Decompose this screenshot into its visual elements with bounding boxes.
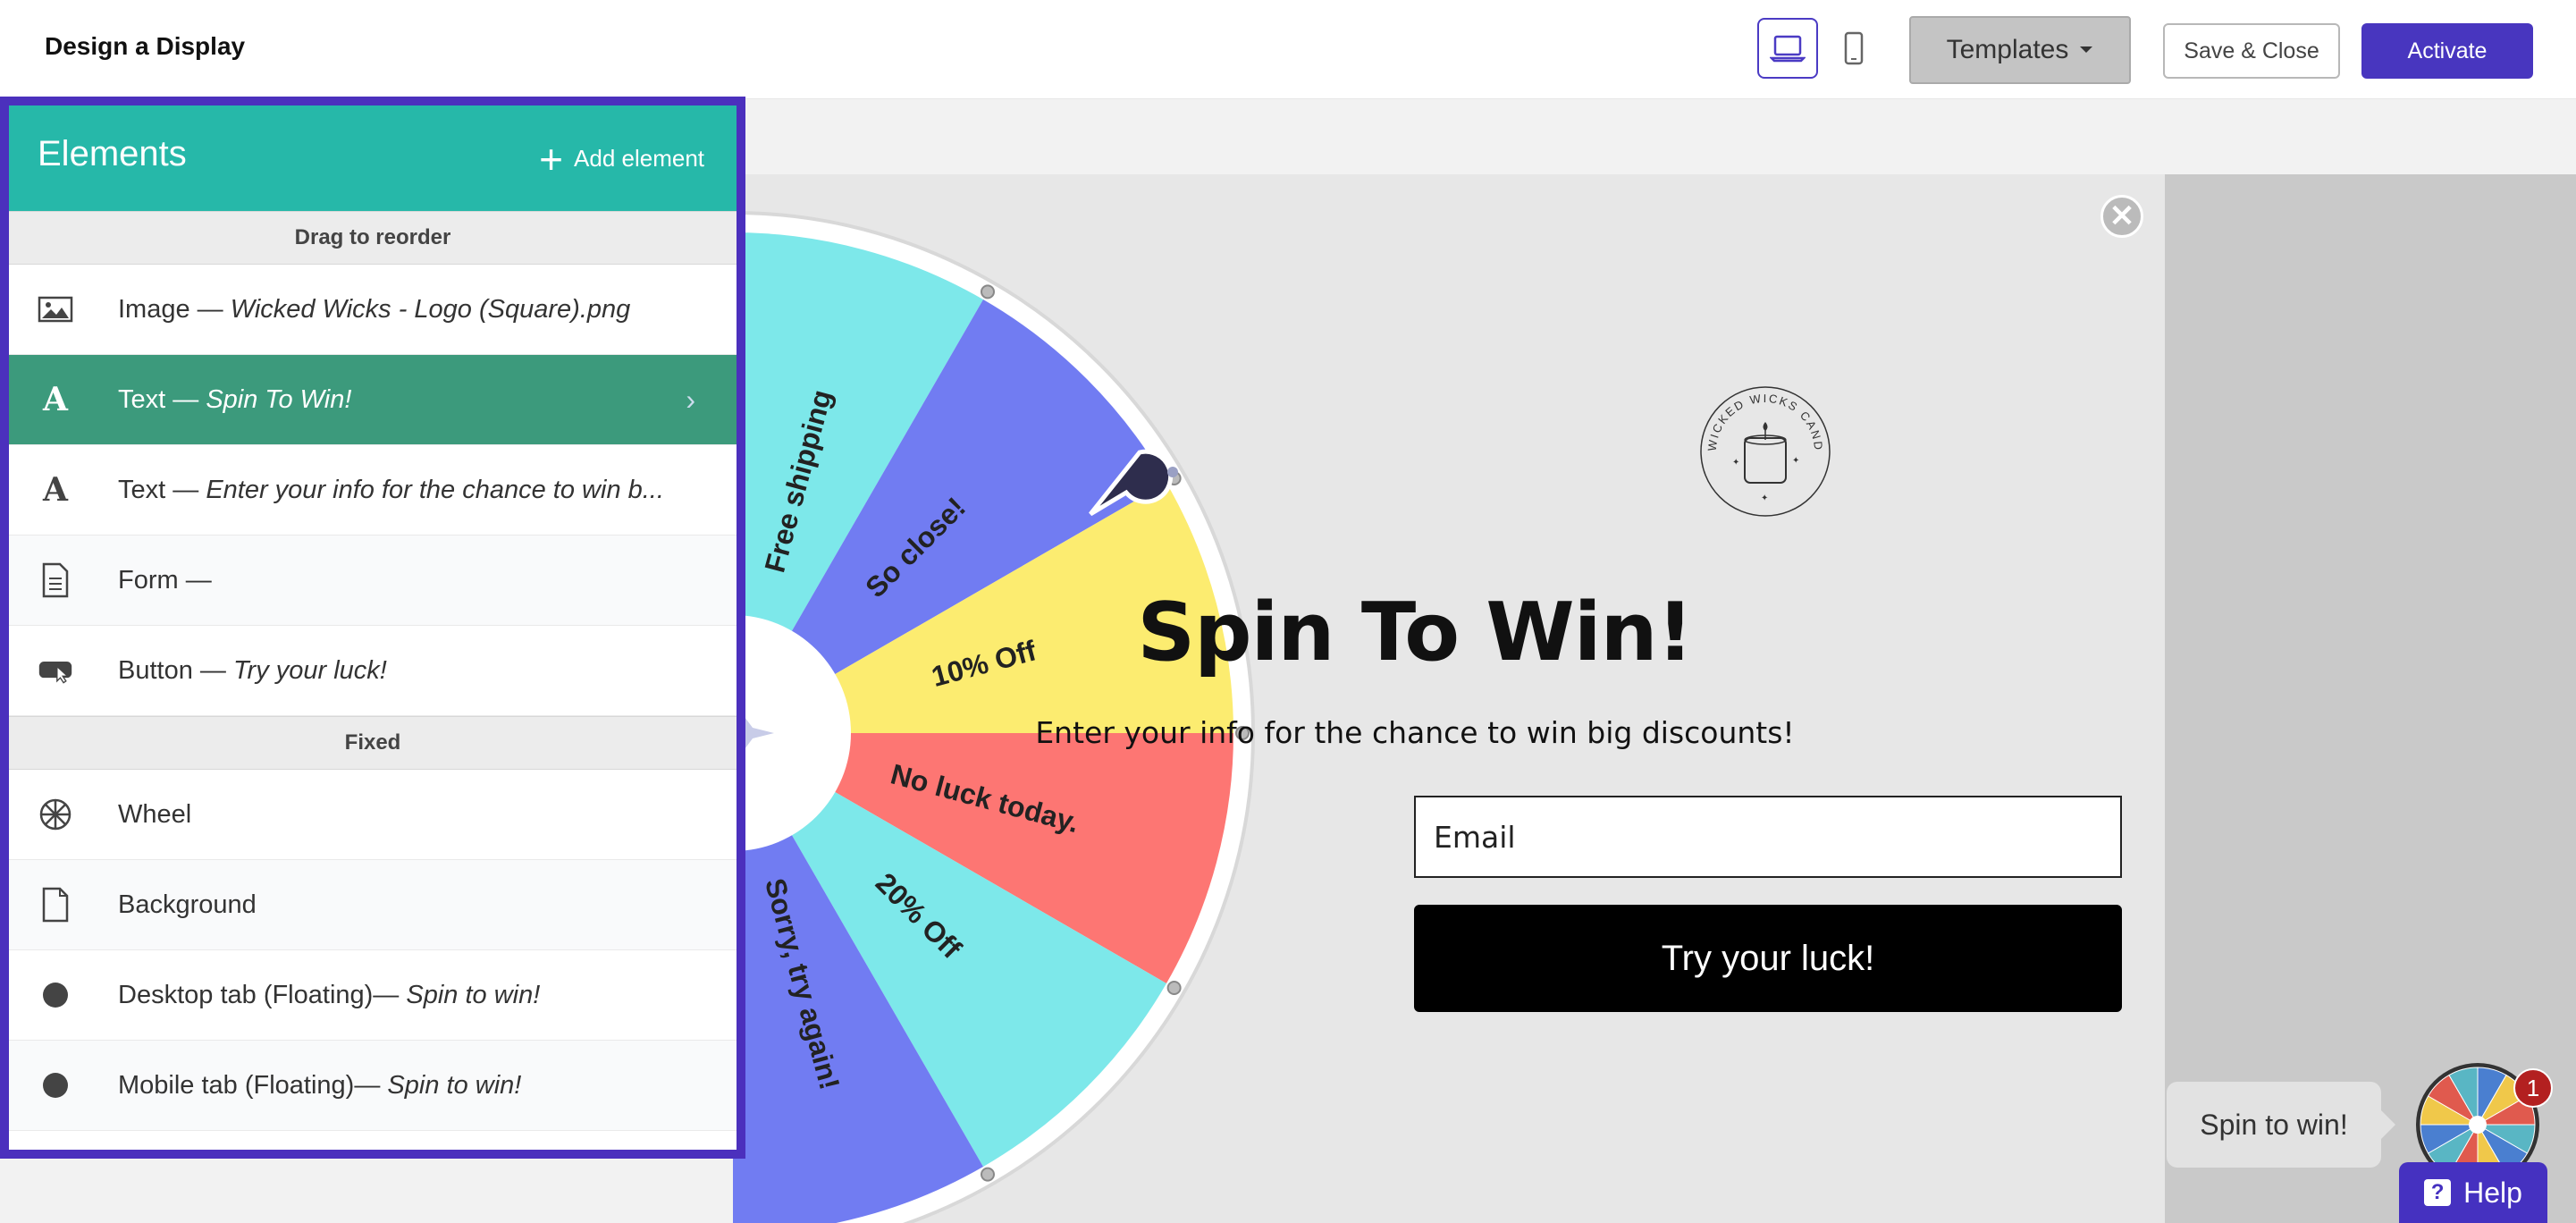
elements-panel: Elements + Add element Drag to reorder I… <box>0 97 745 1159</box>
element-row-form[interactable]: Form — <box>9 536 737 626</box>
help-label: Help <box>2463 1176 2522 1209</box>
templates-label: Templates <box>1946 35 2069 64</box>
element-row-label: Button — Try your luck! <box>118 656 387 686</box>
candle-logo-icon: WICKED WICKS CANDLE CO. ✦ ✦ ✦ <box>1684 365 1831 517</box>
wheel-pointer-dot <box>1167 467 1178 477</box>
element-row-label: Desktop tab (Floating)— Spin to win! <box>118 981 540 1010</box>
floating-spin-tab[interactable]: Spin to win! <box>2167 1082 2395 1168</box>
svg-text:✦: ✦ <box>1732 458 1739 468</box>
page-title: Design a Display <box>45 32 246 60</box>
element-row-label: Wheel <box>118 800 191 830</box>
reorder-list: Image — Wicked Wicks - Logo (Square).png… <box>9 265 737 716</box>
image-icon <box>38 291 73 327</box>
help-button[interactable]: ? Help <box>2399 1162 2547 1223</box>
popup-close-button[interactable]: ✕ <box>2100 195 2143 238</box>
activate-button[interactable]: Activate <box>2361 23 2533 79</box>
element-row-text-spin-to-win[interactable]: A Text — Spin To Win! › <box>9 355 737 445</box>
element-detail: Enter your info for the chance to win b.… <box>206 475 664 504</box>
question-icon: ? <box>2424 1179 2452 1206</box>
element-row-button-try-your-luck[interactable]: Button — Try your luck! <box>9 626 737 716</box>
element-row-label: Background <box>118 890 257 920</box>
panel-header: Elements + Add element <box>9 105 737 211</box>
element-detail: Spin to win! <box>387 1070 522 1100</box>
element-row-label: Image — Wicked Wicks - Logo (Square).png <box>118 295 630 325</box>
save-close-button[interactable]: Save & Close <box>2163 23 2340 79</box>
element-row-image-wicked-wicks-logo-square-png[interactable]: Image — Wicked Wicks - Logo (Square).png <box>9 265 737 355</box>
element-type: Background <box>118 890 257 919</box>
wheel-peg <box>981 1167 995 1182</box>
element-type: Form — <box>118 565 212 595</box>
laptop-icon <box>1770 35 1806 63</box>
section-fixed: Fixed <box>9 716 737 770</box>
templates-dropdown-button[interactable]: Templates <box>1909 16 2131 84</box>
element-type: Text — <box>118 475 206 504</box>
element-detail: Spin to win! <box>406 980 541 1009</box>
element-type: Mobile tab (Floating)— <box>118 1070 388 1100</box>
element-type: Wheel <box>118 799 192 829</box>
panel-title: Elements <box>38 134 187 173</box>
text-icon: A <box>43 381 68 418</box>
element-detail: Try your luck! <box>232 655 387 685</box>
form-icon <box>38 562 73 598</box>
element-row-label: Mobile tab (Floating)— Spin to win! <box>118 1071 521 1101</box>
add-element-button[interactable]: + Add element <box>539 135 704 182</box>
element-type: Image — <box>118 294 231 324</box>
prize-wheel[interactable]: Free shipping So close!10% OffNo luck tod… <box>733 174 1359 1223</box>
add-element-label: Add element <box>574 145 704 172</box>
brand-logo[interactable]: WICKED WICKS CANDLE CO. ✦ ✦ ✦ <box>1684 365 1841 527</box>
element-row-background[interactable]: Background <box>9 860 737 950</box>
element-detail: Wicked Wicks - Logo (Square).png <box>230 294 631 324</box>
plus-icon: + <box>539 135 564 182</box>
svg-text:✦: ✦ <box>1761 493 1768 503</box>
element-row-mobile-tab-floating-spin-to-win[interactable]: Mobile tab (Floating)— Spin to win! <box>9 1041 737 1131</box>
popup-subtext[interactable]: Enter your info for the chance to win bi… <box>1013 715 1817 750</box>
element-detail: Spin To Win! <box>206 384 352 414</box>
dot-icon <box>38 1067 73 1103</box>
desktop-view-button[interactable] <box>1757 18 1818 79</box>
wheel-peg <box>1166 981 1182 995</box>
top-bar: Design a Display Templates Save & Close … <box>0 0 2576 99</box>
element-type: Desktop tab (Floating)— <box>118 980 407 1009</box>
phone-icon <box>1844 31 1864 65</box>
page-icon <box>38 887 73 923</box>
popup-heading[interactable]: Spin To Win! <box>802 586 2028 679</box>
fixed-list: Wheel Background Desktop tab (Floating)— S… <box>9 770 737 1131</box>
popup-preview: Free shipping So close! 10% Off No luck tod… <box>733 174 2165 1223</box>
dot-icon <box>38 977 73 1013</box>
element-row-label: Text — Enter your info for the chance to… <box>118 476 664 505</box>
chevron-right-icon: › <box>686 384 695 416</box>
button-icon <box>38 653 73 688</box>
close-icon: ✕ <box>2109 199 2135 233</box>
wheel-icon <box>38 797 73 832</box>
element-row-text-enter-your-info-for-the-chance-to-w[interactable]: A Text — Enter your info for the chance t… <box>9 445 737 536</box>
element-row-label: Text — Spin To Win! <box>118 385 351 415</box>
element-row-wheel[interactable]: Wheel <box>9 770 737 860</box>
text-icon: A <box>43 471 68 509</box>
try-your-luck-button[interactable]: Try your luck! <box>1414 905 2122 1012</box>
section-drag-to-reorder: Drag to reorder <box>9 211 737 265</box>
element-row-label: Form — <box>118 566 212 595</box>
caret-down-icon <box>2080 46 2093 53</box>
element-row-desktop-tab-floating-spin-to-win[interactable]: Desktop tab (Floating)— Spin to win! <box>9 950 737 1041</box>
email-field[interactable] <box>1414 796 2122 878</box>
wheel-peg <box>981 284 995 299</box>
mobile-view-button[interactable] <box>1823 18 1884 79</box>
element-type: Button — <box>118 655 233 685</box>
notification-badge: 1 <box>2513 1068 2553 1108</box>
svg-text:✦: ✦ <box>1792 456 1799 466</box>
element-type: Text — <box>118 384 206 414</box>
